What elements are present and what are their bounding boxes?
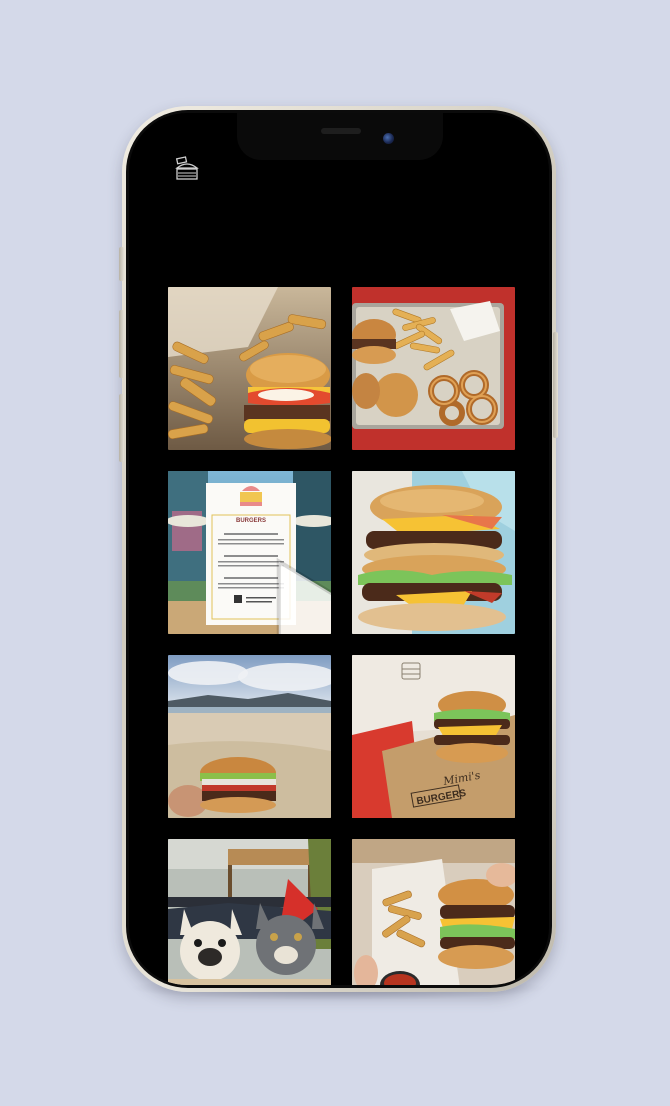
video-play-icon [238,541,331,634]
burger-on-branded-paper-photo: Mimi's BURGERS [352,655,515,818]
volume-up-button [119,310,124,378]
post-tile-double-burger[interactable] [352,471,515,634]
power-button [553,332,558,438]
phone-screen: BURGERS Mimi's BURGERS [129,113,549,985]
post-tile-burger-fries[interactable] [168,287,331,450]
earpiece-speaker [321,128,361,134]
burger-at-beach-photo [168,655,331,818]
volume-down-button [119,394,124,462]
double-stack-burger-photo [352,471,515,634]
feed-grid: BURGERS Mimi's BURGERS [168,287,515,985]
front-camera-icon [383,133,394,144]
two-french-bulldogs-photo [168,839,331,985]
post-tile-bulldogs[interactable] [168,839,331,985]
post-tile-beach-burger[interactable] [168,655,331,818]
post-tile-burger-tray[interactable] [352,287,515,450]
post-tile-hand-burger[interactable] [352,839,515,985]
burger-with-fries-photo [168,287,331,450]
post-tile-menu-video[interactable]: BURGERS [168,471,331,634]
notch [237,113,443,160]
svg-text:BURGERS: BURGERS [236,518,266,524]
burger-shop-logo-icon[interactable] [175,155,199,183]
burger-held-in-hand-photo [352,839,515,985]
burger-fries-onion-rings-tray-photo [352,287,515,450]
mute-switch [119,247,124,281]
post-tile-branded-burger[interactable]: Mimi's BURGERS [352,655,515,818]
